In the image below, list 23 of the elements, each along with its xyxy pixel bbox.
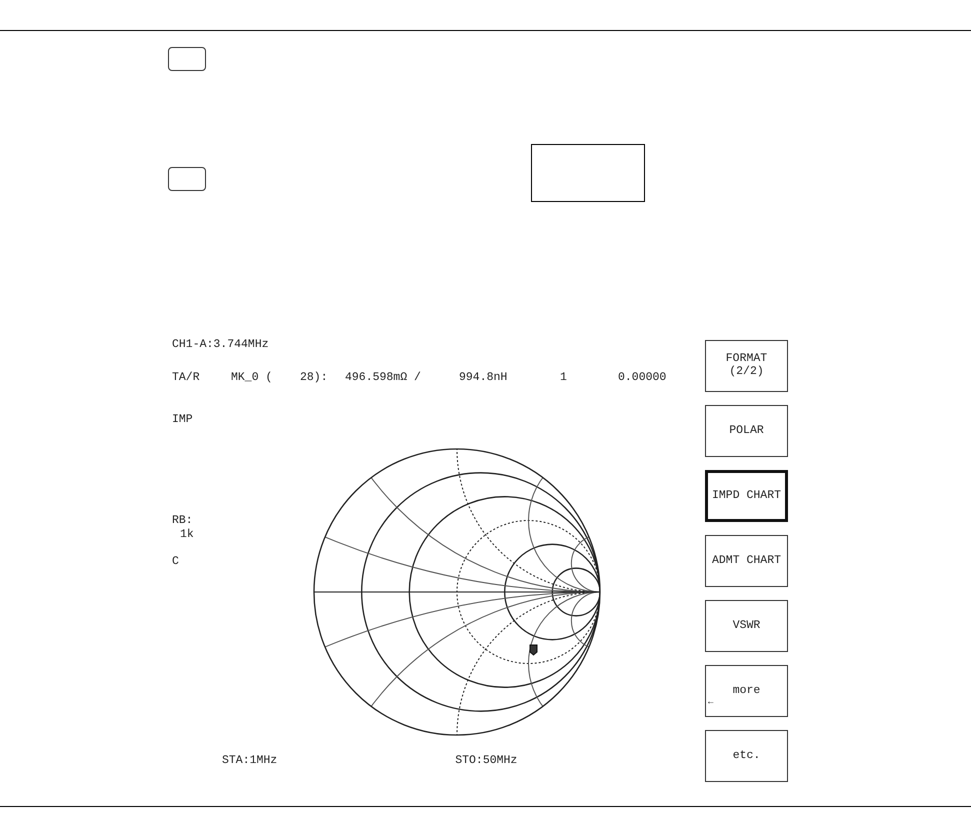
softkey[interactable]: more ← [705, 665, 788, 717]
format-label: IMP [172, 412, 193, 428]
softkey[interactable]: ADMT CHART [705, 535, 788, 587]
channel-label: CH1-A:3.744MHz [172, 337, 269, 353]
trace-label: TA/R [172, 370, 200, 386]
stop-frequency: STO:50MHz [455, 752, 518, 769]
marker-label: MK_0 ( [231, 370, 272, 386]
softkey[interactable]: FORMAT (2/2) [705, 340, 788, 392]
marker-value: 0.00000 [618, 370, 666, 386]
marker-number: 1 [560, 370, 567, 386]
reference-value: 1k [180, 529, 194, 540]
softkey[interactable]: POLAR [705, 405, 788, 457]
calibration-text: C [172, 554, 179, 570]
key-symbol [168, 167, 206, 191]
start-frequency: STA:1MHz [222, 752, 278, 769]
reference-label: RB: [172, 512, 193, 528]
softkey[interactable]: IMPD CHART [705, 470, 788, 522]
softkey[interactable]: VSWR [705, 600, 788, 652]
resistance-value: 496.598mΩ / [345, 370, 421, 386]
inductance-value: 994.8nH [459, 370, 508, 386]
softkey[interactable]: etc. [705, 730, 788, 782]
marker-point: 28): [300, 370, 328, 386]
key-symbol [168, 47, 206, 71]
